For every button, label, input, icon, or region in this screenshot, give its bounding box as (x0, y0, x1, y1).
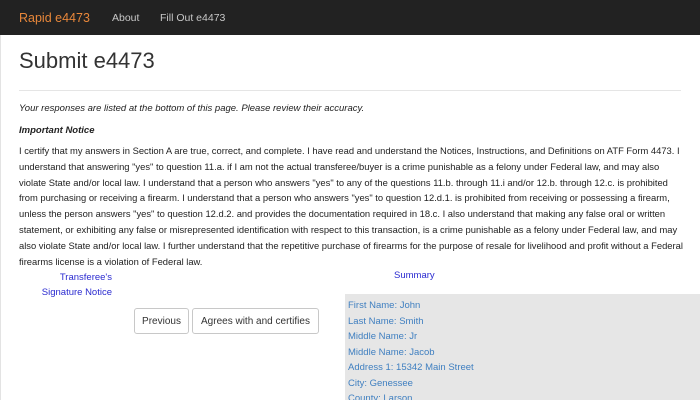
brand-link[interactable]: Rapid e4473 (19, 11, 90, 25)
page-title: Submit e4473 (19, 48, 155, 73)
review-note: Your responses are listed at the bottom … (19, 103, 365, 114)
summary-row-middle-name: Middle Name: Jr (348, 331, 418, 342)
agree-certify-button[interactable]: Agrees with and certifies (192, 308, 319, 334)
signature-notice-link[interactable]: Transferee's Signature Notice (26, 270, 112, 300)
summary-row-first-name: First Name: John (348, 300, 421, 311)
summary-panel: First Name: John Last Name: Smith Middle… (345, 294, 700, 400)
certification-text: I certify that my answers in Section A a… (19, 145, 683, 267)
notice-heading: Important Notice (19, 125, 95, 136)
summary-row-last-name: Last Name: Smith (348, 315, 424, 327)
summary-link[interactable]: Summary (394, 270, 435, 281)
summary-row-city: City: Genessee (348, 377, 413, 389)
previous-button[interactable]: Previous (134, 308, 189, 334)
title-divider (19, 90, 681, 91)
page-left-border (0, 35, 1, 400)
nav-link-fill-out[interactable]: Fill Out e4473 (160, 12, 225, 24)
top-navbar: Rapid e4473 About Fill Out e4473 (0, 0, 700, 35)
nav-link-about[interactable]: About (112, 12, 139, 24)
summary-row-address: Address 1: 15342 Main Street (348, 362, 474, 373)
summary-row-middle-name-2: Middle Name: Jacob (348, 346, 435, 358)
summary-row-county: County: Larson (348, 393, 413, 400)
